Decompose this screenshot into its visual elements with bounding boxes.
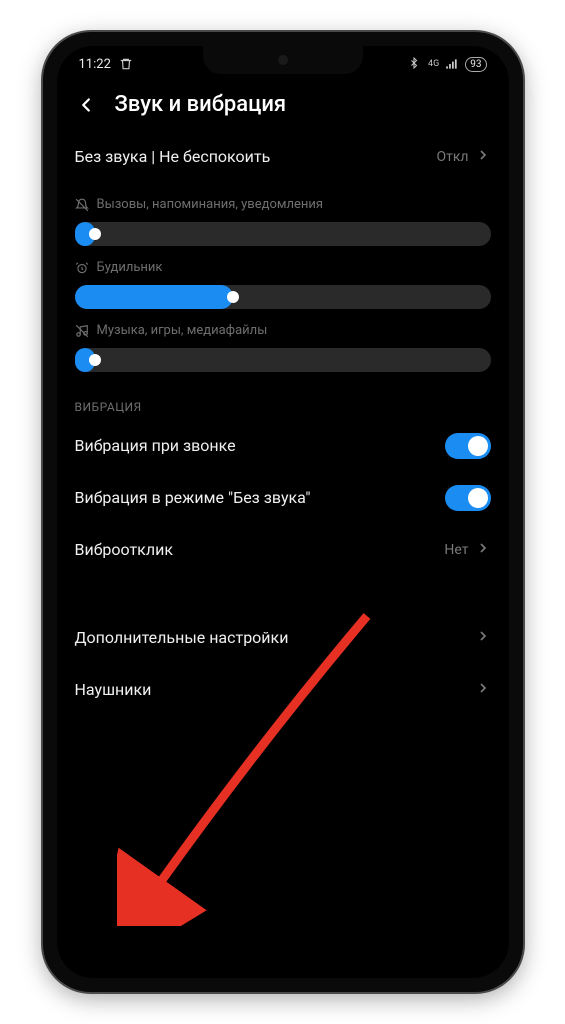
chevron-right-icon — [475, 628, 491, 648]
back-button[interactable] — [75, 94, 97, 116]
slider-media-group: Музыка, игры, медиафайлы — [75, 323, 491, 372]
vibrate-silent-label: Вибрация в режиме "Без звука" — [75, 487, 445, 509]
slider-media[interactable] — [75, 348, 491, 372]
status-time: 11:22 — [79, 57, 111, 72]
alarm-icon — [75, 261, 89, 275]
slider-calls[interactable] — [75, 222, 491, 246]
haptic-row[interactable]: Виброотклик Нет — [75, 524, 491, 576]
vibrate-on-call-toggle[interactable] — [445, 433, 491, 459]
network-4g-icon: 4G — [428, 59, 439, 69]
vibrate-on-call-row[interactable]: Вибрация при звонке — [75, 420, 491, 472]
headphones-row[interactable]: Наушники — [75, 664, 491, 716]
slider-calls-label: Вызовы, напоминания, уведомления — [97, 197, 324, 212]
chevron-right-icon — [475, 540, 491, 560]
vibrate-on-call-label: Вибрация при звонке — [75, 435, 445, 457]
haptic-label: Виброотклик — [75, 539, 445, 561]
slider-calls-group: Вызовы, напоминания, уведомления — [75, 197, 491, 246]
slider-alarm-label: Будильник — [97, 260, 163, 275]
page-title: Звук и вибрация — [115, 92, 491, 117]
phone-frame: 11:22 4G 93 — [43, 32, 523, 992]
signal-icon — [445, 57, 459, 71]
music-off-icon — [75, 324, 89, 338]
dnd-label: Без звука | Не беспокоить — [75, 146, 437, 168]
dnd-value: Откл — [436, 149, 468, 165]
app-header: Звук и вибрация — [57, 82, 509, 131]
slider-alarm-group: Будильник — [75, 260, 491, 309]
vibrate-silent-row[interactable]: Вибрация в режиме "Без звука" — [75, 472, 491, 524]
screen: 11:22 4G 93 — [57, 46, 509, 978]
slider-alarm[interactable] — [75, 285, 491, 309]
slider-media-label: Музыка, игры, медиафайлы — [97, 323, 268, 338]
notch — [203, 46, 363, 74]
battery-level: 93 — [470, 58, 481, 71]
haptic-value: Нет — [444, 542, 468, 558]
chevron-right-icon — [475, 680, 491, 700]
bell-off-icon — [75, 198, 89, 212]
advanced-settings-label: Дополнительные настройки — [75, 627, 475, 649]
bluetooth-icon — [408, 57, 422, 71]
chevron-right-icon — [475, 147, 491, 167]
advanced-settings-row[interactable]: Дополнительные настройки — [75, 612, 491, 664]
battery-indicator: 93 — [465, 57, 486, 72]
dnd-row[interactable]: Без звука | Не беспокоить Откл — [75, 131, 491, 183]
section-vibration: ВИБРАЦИЯ — [75, 400, 491, 414]
trash-icon — [119, 57, 133, 71]
vibrate-silent-toggle[interactable] — [445, 485, 491, 511]
headphones-label: Наушники — [75, 679, 475, 701]
